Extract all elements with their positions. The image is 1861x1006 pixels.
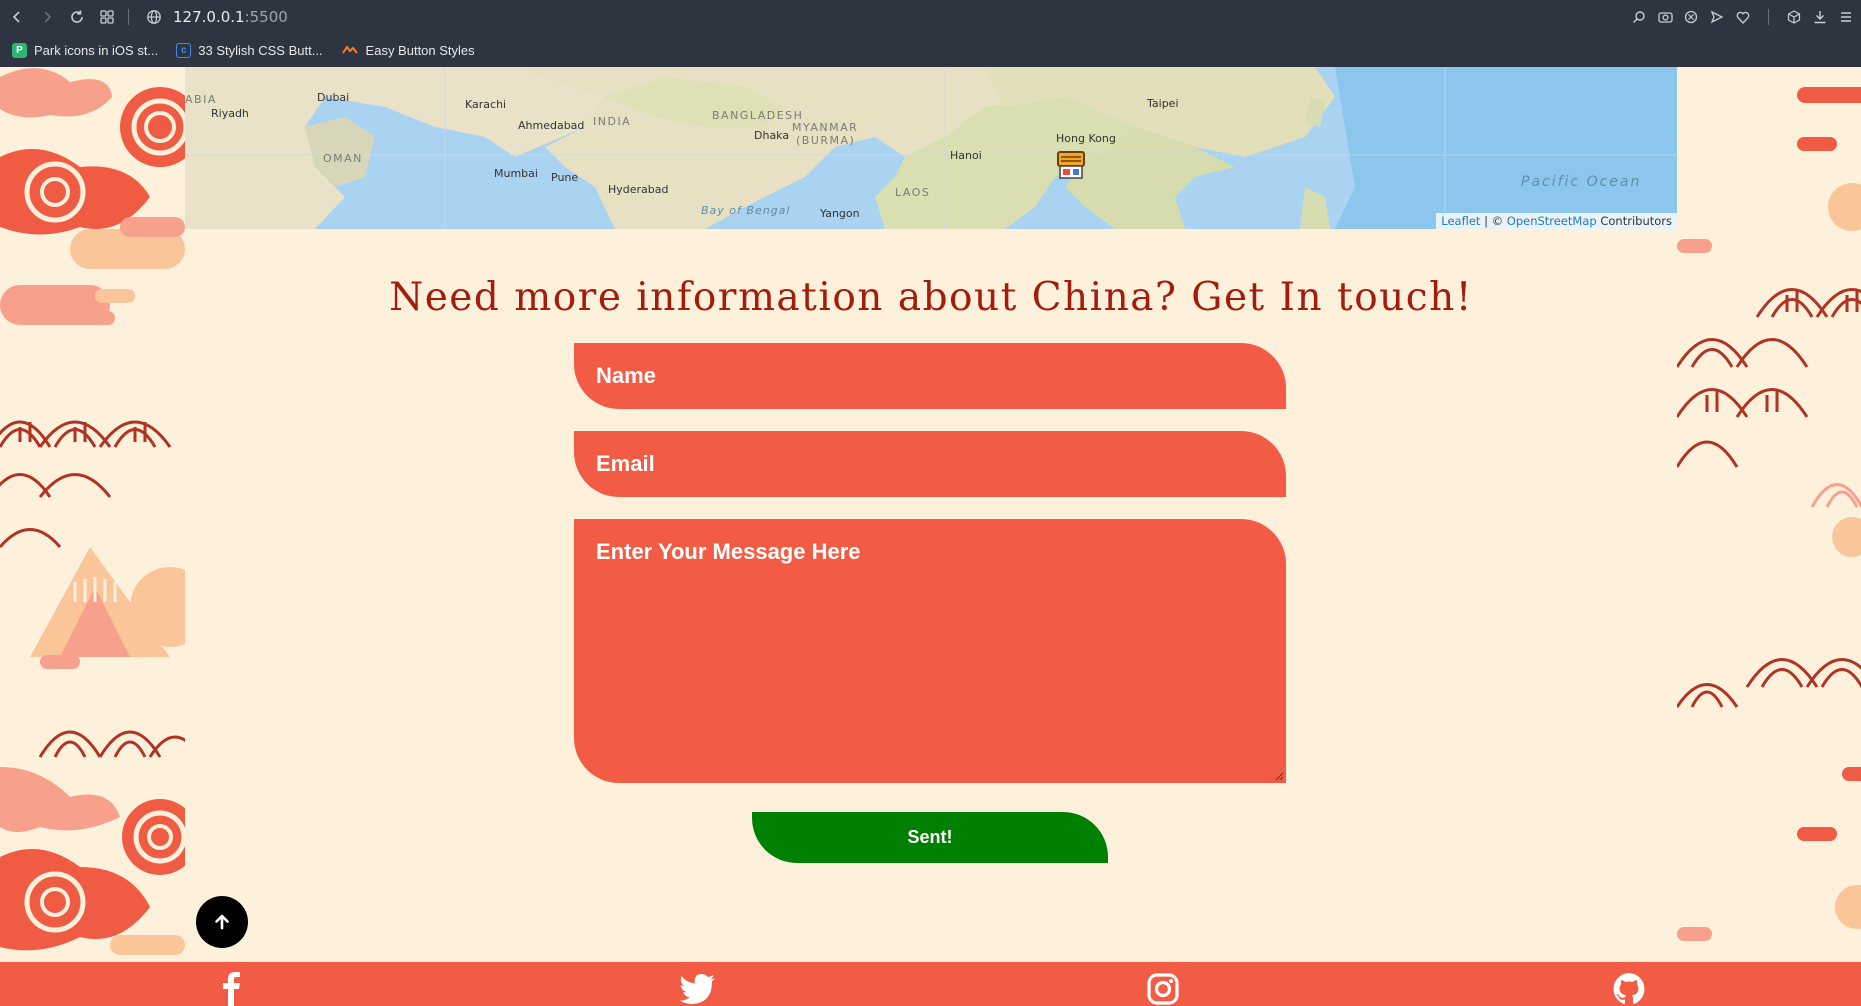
bookmark-label: Easy Button Styles bbox=[365, 42, 475, 58]
map-label: Taipei bbox=[1147, 97, 1179, 110]
map-label: Dhaka bbox=[754, 129, 790, 142]
cloud-pattern-illustration bbox=[0, 68, 185, 955]
resize-grip-icon[interactable] bbox=[1275, 772, 1284, 781]
cloud-pattern-illustration bbox=[1677, 87, 1861, 941]
toolbar-divider bbox=[1768, 9, 1769, 25]
contact-heading: Need more information about China? Get I… bbox=[389, 275, 1473, 320]
back-icon[interactable] bbox=[4, 4, 30, 30]
bookmark-css-buttons[interactable]: c 33 Stylish CSS Butt... bbox=[176, 42, 323, 58]
map-label: Pacific Ocean bbox=[1521, 174, 1642, 190]
browser-chrome: 127.0.0.1:5500 P Park icons in iOS st...… bbox=[0, 0, 1861, 67]
toolbar-divider bbox=[128, 9, 129, 25]
browser-extensions bbox=[1630, 0, 1855, 34]
reload-icon[interactable] bbox=[64, 4, 90, 30]
twitter-icon[interactable] bbox=[680, 972, 716, 1006]
attribution-contributors: Contributors bbox=[1596, 214, 1672, 228]
leaflet-link[interactable]: Leaflet bbox=[1441, 214, 1480, 228]
forward-icon[interactable] bbox=[34, 4, 60, 30]
bookmarks-bar: P Park icons in iOS st... c 33 Stylish C… bbox=[0, 38, 1861, 62]
left-decoration bbox=[0, 67, 185, 962]
right-decoration bbox=[1677, 67, 1861, 962]
map-label: Karachi bbox=[465, 98, 507, 111]
send-icon[interactable] bbox=[1708, 8, 1726, 26]
map-widget[interactable]: ABIA Riyadh Dubai Karachi OMAN Ahmedabad… bbox=[185, 67, 1677, 229]
url-port: :5500 bbox=[244, 8, 288, 26]
message-textarea[interactable]: Enter Your Message Here bbox=[574, 519, 1286, 783]
osm-link[interactable]: OpenStreetMap bbox=[1507, 214, 1597, 228]
map-tiles bbox=[185, 67, 1677, 229]
map-label: MYANMAR bbox=[792, 121, 859, 134]
map-label: Hanoi bbox=[950, 149, 982, 162]
attribution-separator: | © bbox=[1480, 214, 1507, 228]
map-label: Dubai bbox=[317, 91, 350, 104]
map-label: Ahmedabad bbox=[518, 119, 585, 132]
browser-toolbar: 127.0.0.1:5500 bbox=[0, 0, 1861, 34]
map-label: Hyderabad bbox=[608, 183, 669, 196]
park-icon: P bbox=[12, 42, 27, 58]
map-label: Riyadh bbox=[211, 107, 249, 120]
block-icon[interactable] bbox=[1682, 8, 1700, 26]
map-label: Pune bbox=[551, 171, 579, 184]
map-label: BANGLADESH bbox=[712, 109, 804, 122]
map-marker-icon[interactable] bbox=[1055, 149, 1087, 181]
bookmark-label: 33 Stylish CSS Butt... bbox=[198, 42, 323, 58]
tabs-grid-icon[interactable] bbox=[94, 4, 120, 30]
camera-icon[interactable] bbox=[1656, 8, 1674, 26]
bookmark-park-icons[interactable]: P Park icons in iOS st... bbox=[12, 42, 159, 58]
facebook-icon[interactable] bbox=[214, 972, 248, 1006]
instagram-icon[interactable] bbox=[1146, 972, 1180, 1006]
github-icon[interactable] bbox=[1612, 972, 1646, 1006]
globe-icon[interactable] bbox=[141, 4, 167, 30]
scroll-top-button[interactable] bbox=[196, 896, 248, 948]
heart-icon[interactable] bbox=[1734, 8, 1752, 26]
map-label: Yangon bbox=[820, 207, 860, 220]
map-label: Mumbai bbox=[494, 167, 538, 180]
map-label: OMAN bbox=[323, 152, 363, 165]
map-label: ABIA bbox=[185, 93, 217, 106]
address-bar[interactable]: 127.0.0.1:5500 bbox=[173, 8, 288, 26]
download-icon[interactable] bbox=[1811, 8, 1829, 26]
easy-icon bbox=[341, 43, 359, 58]
map-label: INDIA bbox=[593, 115, 632, 128]
bookmark-easy-buttons[interactable]: Easy Button Styles bbox=[341, 43, 475, 58]
cube-icon[interactable] bbox=[1785, 8, 1803, 26]
css-icon: c bbox=[176, 42, 192, 58]
web-page: ABIA Riyadh Dubai Karachi OMAN Ahmedabad… bbox=[0, 67, 1861, 1006]
arrow-up-icon bbox=[215, 914, 229, 930]
message-placeholder: Enter Your Message Here bbox=[596, 539, 861, 564]
name-placeholder: Name bbox=[596, 363, 656, 388]
menu-icon[interactable] bbox=[1837, 8, 1855, 26]
name-input[interactable]: Name bbox=[574, 343, 1286, 409]
url-host: 127.0.0.1 bbox=[173, 8, 245, 26]
map-label: Bay of Bengal bbox=[701, 204, 791, 217]
map-attribution: Leaflet | © OpenStreetMap Contributors bbox=[1436, 213, 1677, 229]
main-content: ABIA Riyadh Dubai Karachi OMAN Ahmedabad… bbox=[185, 67, 1677, 962]
zoom-icon[interactable] bbox=[1630, 8, 1648, 26]
email-input[interactable]: Email bbox=[574, 431, 1286, 497]
bookmark-label: Park icons in iOS st... bbox=[34, 42, 159, 58]
map-label: Hong Kong bbox=[1056, 132, 1116, 145]
submit-button[interactable]: Sent! bbox=[752, 812, 1108, 863]
email-placeholder: Email bbox=[596, 451, 655, 476]
map-label: LAOS bbox=[895, 186, 931, 199]
footer bbox=[0, 962, 1861, 1006]
map-label: (BURMA) bbox=[796, 134, 856, 147]
